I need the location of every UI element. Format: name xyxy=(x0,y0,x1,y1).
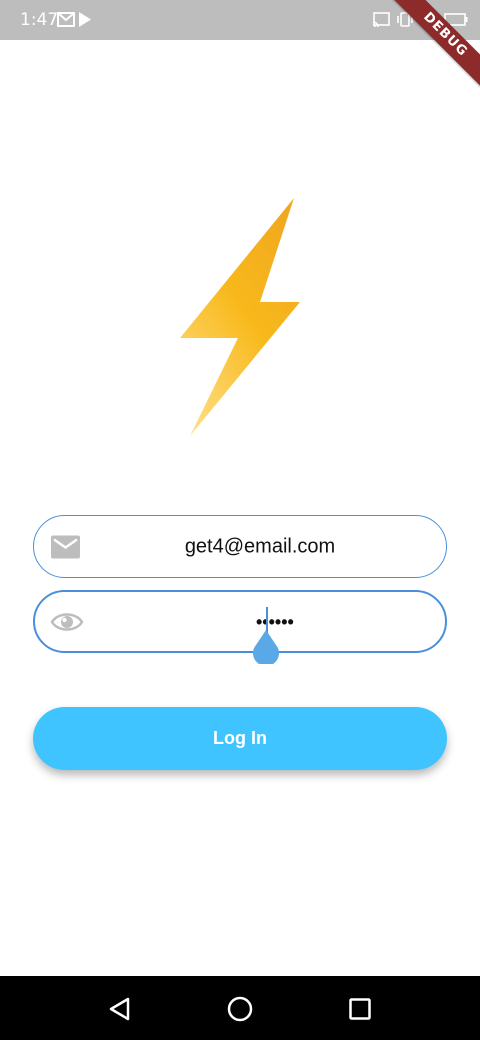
nav-home-button[interactable] xyxy=(225,994,255,1024)
navigation-bar xyxy=(0,976,480,1040)
password-field[interactable]: •••••• xyxy=(33,590,447,664)
eye-icon[interactable] xyxy=(50,611,84,633)
status-notification-icons xyxy=(57,12,92,27)
email-icon xyxy=(51,535,80,558)
cast-icon xyxy=(372,12,390,27)
nav-back-button[interactable] xyxy=(105,994,135,1024)
home-icon xyxy=(227,996,253,1022)
play-store-icon xyxy=(79,12,91,27)
lightning-bolt-icon xyxy=(180,198,300,436)
recents-icon xyxy=(349,998,371,1020)
cursor-handle-icon[interactable] xyxy=(251,630,281,664)
status-time: 1:47 xyxy=(20,10,59,30)
email-field[interactable]: get4@email.com xyxy=(33,515,447,578)
email-value: get4@email.com xyxy=(184,535,336,557)
nav-recents-button[interactable] xyxy=(345,994,375,1024)
back-icon xyxy=(109,997,130,1021)
gmail-icon xyxy=(57,12,75,27)
login-button[interactable]: Log In xyxy=(33,707,447,770)
